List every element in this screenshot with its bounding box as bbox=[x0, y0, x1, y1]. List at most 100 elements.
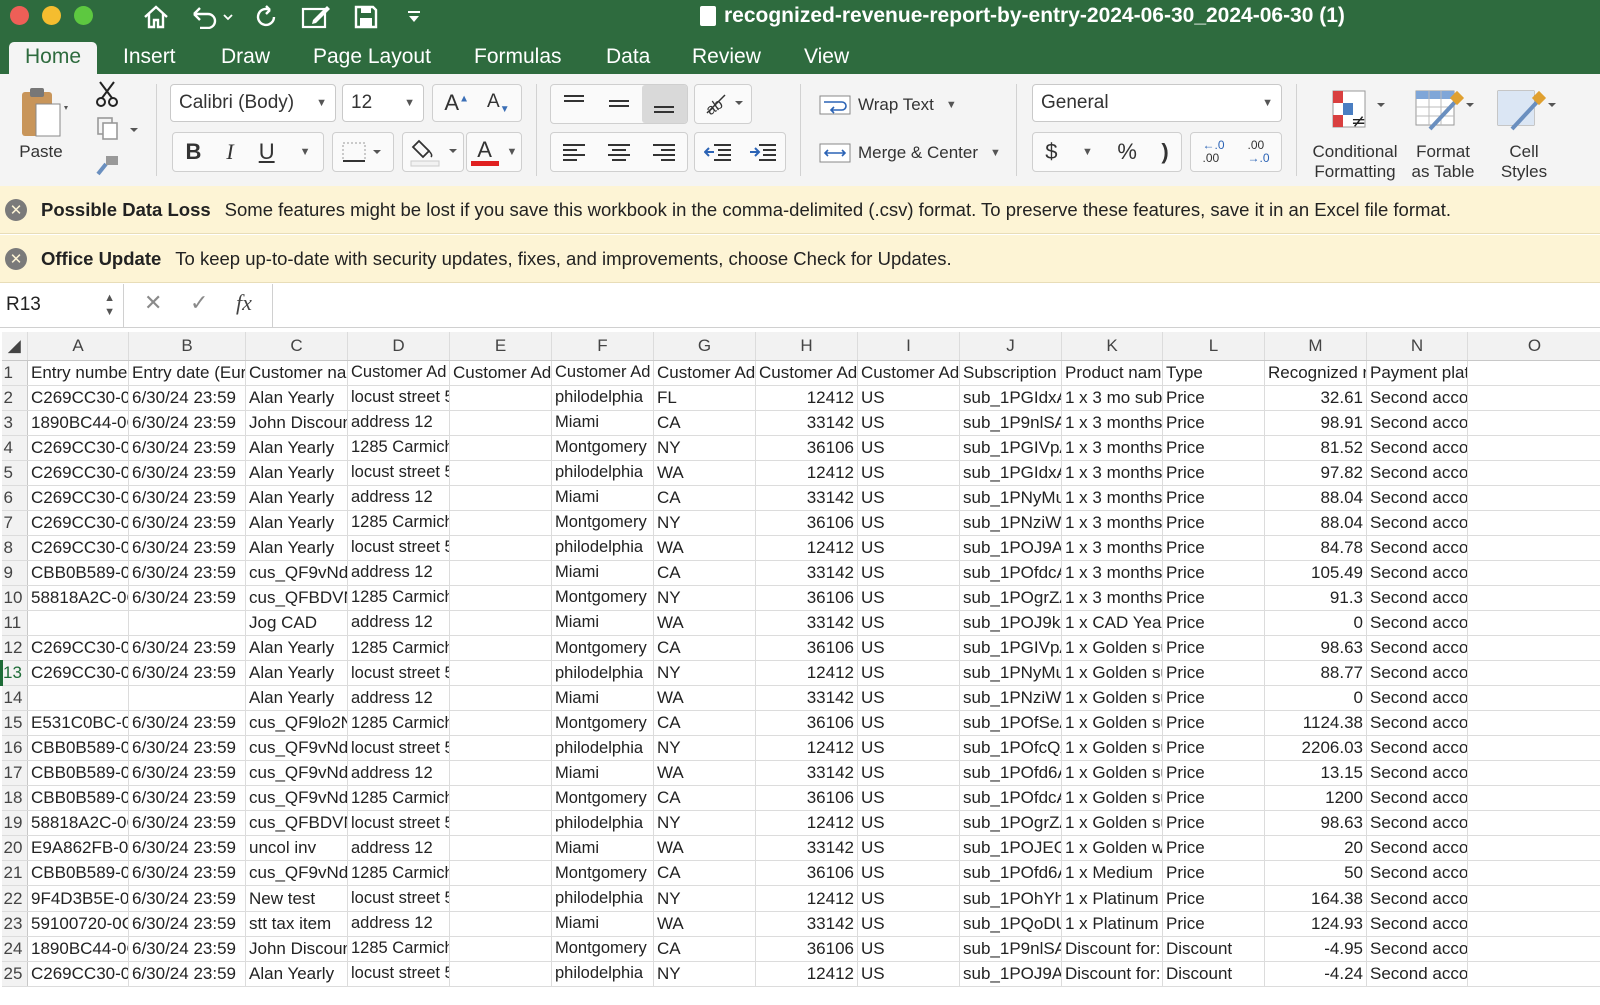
close-icon[interactable]: ✕ bbox=[5, 247, 27, 270]
cell-j[interactable]: sub_1PGIVpA bbox=[959, 435, 1062, 461]
align-top-button[interactable] bbox=[551, 85, 596, 123]
cell-m[interactable]: 91.3 bbox=[1264, 585, 1367, 611]
cell-h[interactable]: 33142 bbox=[755, 835, 858, 862]
cell-o[interactable] bbox=[1467, 760, 1600, 787]
cell-l[interactable]: Price bbox=[1162, 635, 1265, 662]
cell-i[interactable]: US bbox=[857, 760, 960, 787]
cell-o[interactable] bbox=[1467, 585, 1600, 611]
cell-g[interactable]: WA bbox=[653, 835, 756, 862]
fill-color-button[interactable] bbox=[402, 132, 464, 172]
cell-h[interactable]: 36106 bbox=[755, 936, 858, 962]
cut-icon[interactable] bbox=[92, 78, 122, 110]
percent-button[interactable]: % bbox=[1117, 139, 1137, 165]
cell-k[interactable]: 1 x 3 months bbox=[1061, 585, 1163, 611]
row-header[interactable]: 14 bbox=[1, 685, 28, 712]
cell-k[interactable]: Discount for: bbox=[1061, 936, 1163, 962]
cell-c[interactable]: John Discoun bbox=[245, 936, 348, 962]
cell-n[interactable]: Second account bbox=[1366, 635, 1468, 662]
cell-styles-icon[interactable] bbox=[1490, 84, 1560, 134]
cell-d[interactable]: address 12 bbox=[347, 685, 450, 712]
cell-o[interactable] bbox=[1467, 785, 1600, 812]
cell-b[interactable]: 6/30/24 23:59 bbox=[128, 760, 246, 787]
cell-l[interactable]: Price bbox=[1162, 560, 1265, 586]
cell-k[interactable]: 1 x 3 mo sub bbox=[1061, 385, 1163, 411]
cell-j[interactable]: sub_1POfdcA bbox=[959, 785, 1062, 812]
cell-l[interactable]: Price bbox=[1162, 835, 1265, 862]
cell-o[interactable] bbox=[1467, 535, 1600, 561]
cell-n[interactable]: Second account bbox=[1366, 860, 1468, 887]
cell-m[interactable]: 20 bbox=[1264, 835, 1367, 862]
cell-h[interactable]: 36106 bbox=[755, 635, 858, 662]
cell-a[interactable]: C269CC30-0C bbox=[27, 535, 129, 561]
cell-j[interactable]: sub_1POfd6A bbox=[959, 860, 1062, 887]
row-header[interactable]: 15 bbox=[1, 710, 28, 737]
borders-button[interactable] bbox=[332, 132, 394, 172]
cell-f[interactable]: Montgomery bbox=[551, 510, 654, 536]
cell-b[interactable]: 6/30/24 23:59 bbox=[128, 860, 246, 887]
cell-f[interactable]: Miami bbox=[551, 610, 654, 637]
cell-l[interactable]: Price bbox=[1162, 535, 1265, 561]
format-painter-icon[interactable] bbox=[92, 150, 122, 178]
font-size-select[interactable]: 12 ▼ bbox=[342, 84, 424, 122]
cell-j[interactable]: sub_1POJ9kA bbox=[959, 610, 1062, 637]
row-header[interactable]: 18 bbox=[1, 785, 28, 812]
paste-button[interactable] bbox=[8, 82, 78, 144]
cell-g[interactable]: CA bbox=[653, 410, 756, 436]
cell-a[interactable]: Entry numbe bbox=[27, 360, 129, 386]
cell-m[interactable]: 124.93 bbox=[1264, 911, 1367, 937]
cell-a[interactable]: C269CC30-0C bbox=[27, 435, 129, 461]
cell-h[interactable]: 36106 bbox=[755, 510, 858, 536]
cell-k[interactable]: Discount for: bbox=[1061, 961, 1163, 987]
save-icon[interactable] bbox=[350, 0, 382, 34]
cell-b[interactable]: 6/30/24 23:59 bbox=[128, 410, 246, 436]
cell-m[interactable]: 88.04 bbox=[1264, 510, 1367, 536]
row-header[interactable]: 12 bbox=[1, 635, 28, 662]
cell-l[interactable]: Price bbox=[1162, 485, 1265, 511]
tab-data[interactable]: Data bbox=[590, 42, 666, 74]
cell-h[interactable]: 12412 bbox=[755, 385, 858, 411]
cell-b[interactable]: 6/30/24 23:59 bbox=[128, 660, 246, 687]
cell-g[interactable]: NY bbox=[653, 435, 756, 461]
cell-f[interactable]: philodelphia bbox=[551, 385, 654, 411]
cell-n[interactable]: Second account bbox=[1366, 810, 1468, 837]
cell-c[interactable]: cus_QFBDVN bbox=[245, 585, 348, 611]
cell-e[interactable] bbox=[449, 535, 552, 561]
column-header-l[interactable]: L bbox=[1162, 332, 1265, 361]
cell-m[interactable]: 0 bbox=[1264, 685, 1367, 712]
cell-e[interactable]: Customer Ad bbox=[449, 360, 552, 386]
cell-k[interactable]: 1 x 3 months bbox=[1061, 410, 1163, 436]
cell-j[interactable]: sub_1POfd6A bbox=[959, 760, 1062, 787]
cell-n[interactable]: Second account bbox=[1366, 735, 1468, 762]
align-bottom-button[interactable] bbox=[641, 85, 687, 123]
edit-icon[interactable] bbox=[298, 0, 334, 34]
cell-j[interactable]: sub_1POfdcA bbox=[959, 560, 1062, 586]
cell-d[interactable]: address 12 bbox=[347, 760, 450, 787]
cell-l[interactable]: Price bbox=[1162, 911, 1265, 937]
cell-c[interactable]: cus_QF9lo2N bbox=[245, 710, 348, 737]
cell-c[interactable]: Alan Yearly bbox=[245, 510, 348, 536]
cell-k[interactable]: Product nam bbox=[1061, 360, 1163, 386]
cell-o[interactable] bbox=[1467, 460, 1600, 486]
cell-k[interactable]: 1 x Golden su bbox=[1061, 760, 1163, 787]
cell-f[interactable]: philodelphia bbox=[551, 961, 654, 987]
format-as-table-icon[interactable] bbox=[1408, 84, 1478, 134]
cell-k[interactable]: 1 x Golden w bbox=[1061, 835, 1163, 862]
cell-n[interactable]: Second account bbox=[1366, 685, 1468, 712]
cell-i[interactable]: US bbox=[857, 785, 960, 812]
cell-n[interactable]: Second account bbox=[1366, 435, 1468, 461]
increase-indent-icon[interactable] bbox=[749, 142, 777, 162]
cell-f[interactable]: Montgomery bbox=[551, 860, 654, 887]
cell-g[interactable]: NY bbox=[653, 585, 756, 611]
align-right-icon[interactable] bbox=[652, 142, 676, 162]
cell-f[interactable]: Montgomery bbox=[551, 710, 654, 737]
cell-f[interactable]: Miami bbox=[551, 485, 654, 511]
cell-a[interactable]: E531C0BC-0C bbox=[27, 710, 129, 737]
cell-m[interactable]: 0 bbox=[1264, 610, 1367, 637]
row-header[interactable]: 4 bbox=[1, 435, 28, 461]
cell-g[interactable]: Customer Ad bbox=[653, 360, 756, 386]
column-header-e[interactable]: E bbox=[449, 332, 552, 361]
cell-h[interactable]: 33142 bbox=[755, 760, 858, 787]
cell-b[interactable]: 6/30/24 23:59 bbox=[128, 585, 246, 611]
cell-b[interactable]: 6/30/24 23:59 bbox=[128, 485, 246, 511]
function-icon[interactable]: fx bbox=[236, 290, 252, 316]
